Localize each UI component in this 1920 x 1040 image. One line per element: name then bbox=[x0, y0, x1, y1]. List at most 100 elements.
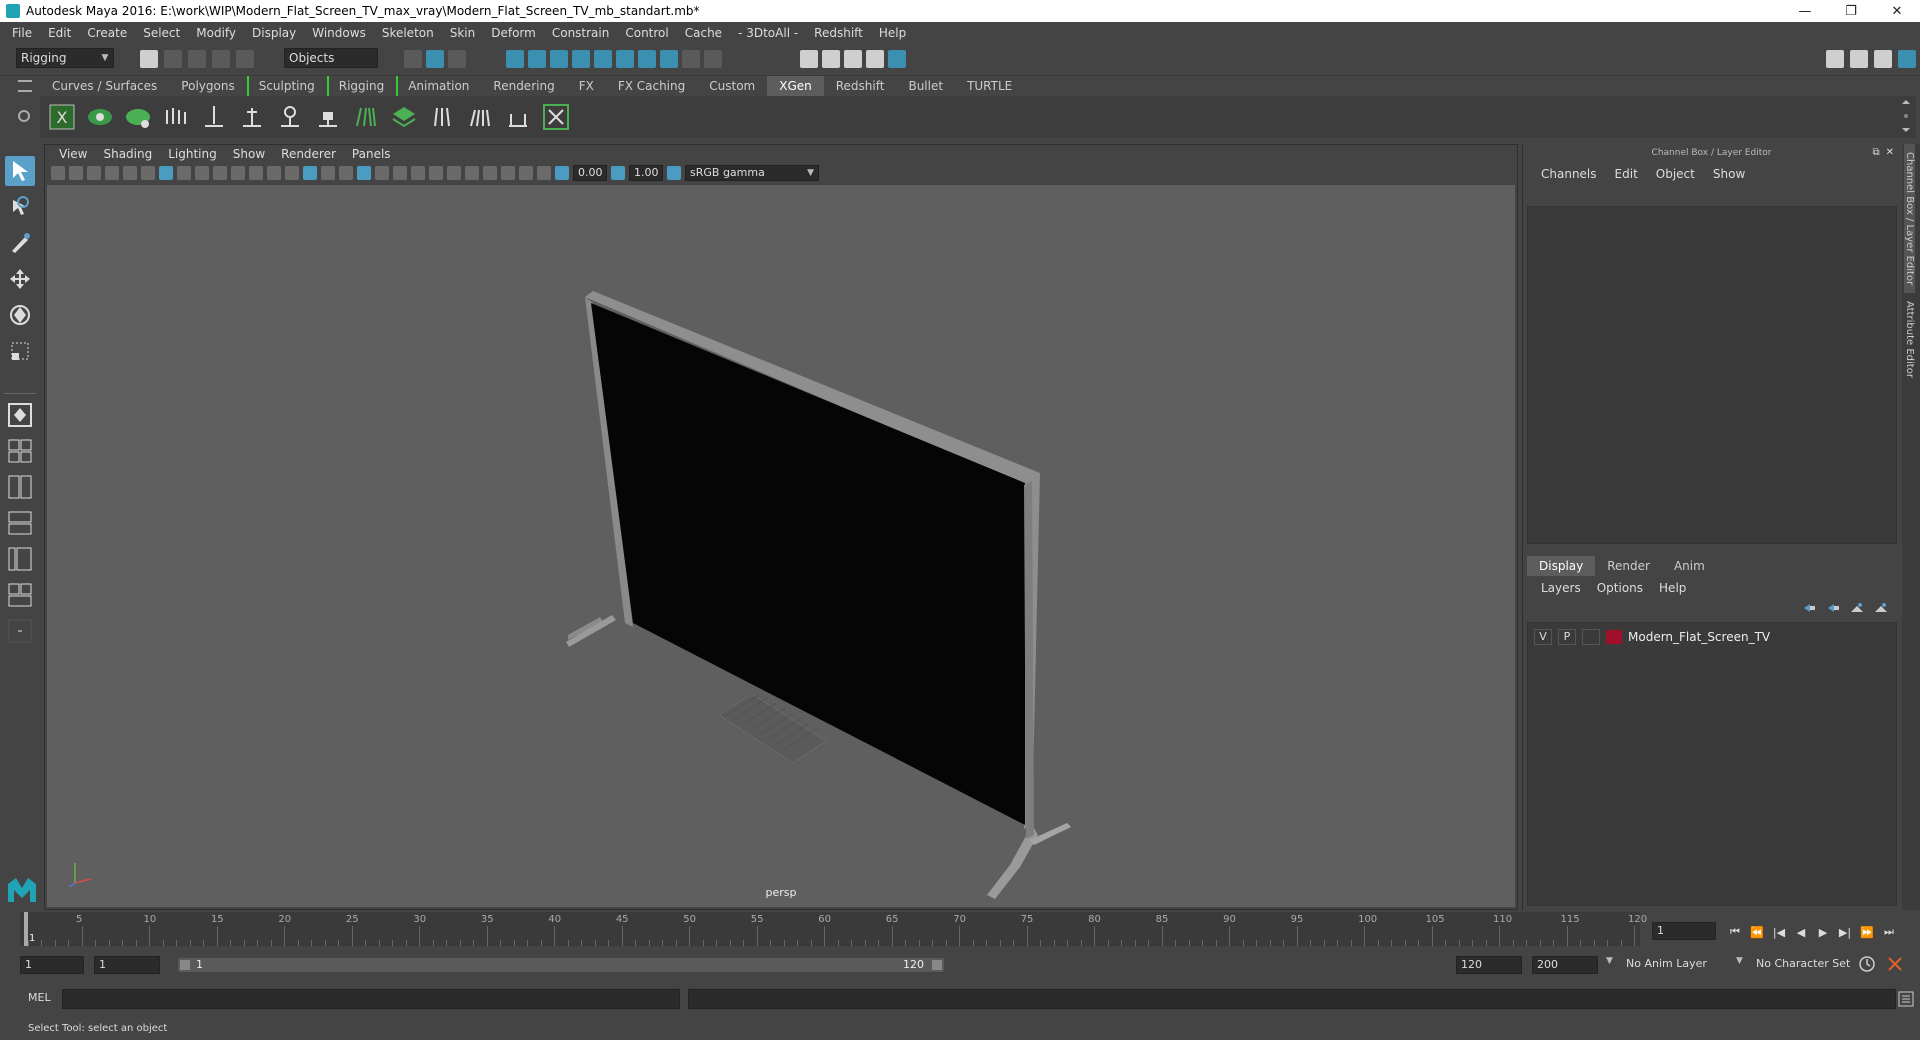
playback-start-field[interactable]: 1 bbox=[94, 956, 160, 974]
resolution-gate-icon[interactable] bbox=[195, 166, 209, 180]
camera-select-icon[interactable] bbox=[51, 166, 65, 180]
range-end-handle[interactable] bbox=[932, 960, 942, 970]
shelf-tab-sculpting[interactable]: Sculpting bbox=[246, 76, 327, 96]
xgen-place-guide-icon[interactable] bbox=[200, 103, 228, 131]
layer-tab-render[interactable]: Render bbox=[1595, 556, 1662, 576]
menu-control[interactable]: Control bbox=[617, 26, 676, 40]
side-tab-attribute-editor[interactable]: Attribute Editor bbox=[1904, 293, 1915, 386]
rotate-tool-button[interactable] bbox=[5, 300, 35, 330]
toggle-panel-icon[interactable] bbox=[1874, 50, 1892, 68]
xgen-sphere-icon[interactable] bbox=[124, 103, 152, 131]
3d-viewport[interactable]: persp bbox=[47, 185, 1515, 907]
layer-color-swatch[interactable] bbox=[1606, 630, 1622, 644]
field-chart-icon[interactable] bbox=[231, 166, 245, 180]
snap-uv-icon[interactable] bbox=[638, 50, 656, 68]
viewport-menu-view[interactable]: View bbox=[51, 147, 95, 161]
step-forward-key-icon[interactable]: ▶| bbox=[1836, 923, 1854, 941]
channel-box-panel[interactable] bbox=[1527, 206, 1897, 544]
image-plane-icon[interactable] bbox=[105, 166, 119, 180]
shelf-scroll[interactable] bbox=[1900, 98, 1912, 134]
close-button[interactable]: ✕ bbox=[1874, 0, 1920, 22]
menu-select[interactable]: Select bbox=[135, 26, 188, 40]
menu-redshift[interactable]: Redshift bbox=[806, 26, 871, 40]
shelf-tab-rendering[interactable]: Rendering bbox=[481, 76, 566, 96]
step-forward-icon[interactable]: ⏩ bbox=[1858, 923, 1876, 941]
layer-tab-display[interactable]: Display bbox=[1527, 556, 1596, 576]
film-gate-icon[interactable] bbox=[177, 166, 191, 180]
gamma-icon[interactable] bbox=[611, 166, 625, 180]
camera-attributes-icon[interactable] bbox=[69, 166, 83, 180]
layer-display-type[interactable] bbox=[1582, 629, 1600, 645]
move-layer-down-icon[interactable] bbox=[1826, 602, 1840, 617]
select-object-icon[interactable] bbox=[426, 50, 444, 68]
multisample-aa-icon[interactable] bbox=[447, 166, 461, 180]
xgen-preview-icon[interactable] bbox=[86, 103, 114, 131]
wireframe-icon[interactable] bbox=[285, 166, 299, 180]
step-back-icon[interactable]: ⏪ bbox=[1748, 923, 1766, 941]
menu-windows[interactable]: Windows bbox=[304, 26, 374, 40]
channel-box-menu-show[interactable]: Show bbox=[1705, 167, 1753, 181]
selection-mode-dropdown[interactable]: Objects bbox=[284, 48, 378, 68]
screen-space-ao-icon[interactable] bbox=[411, 166, 425, 180]
render-view-icon[interactable] bbox=[888, 50, 906, 68]
viewport-menu-panels[interactable]: Panels bbox=[344, 147, 399, 161]
mel-label[interactable]: MEL bbox=[28, 991, 51, 1004]
select-component-icon[interactable] bbox=[448, 50, 466, 68]
grease-pencil-icon[interactable] bbox=[141, 166, 155, 180]
chevron-down-icon[interactable]: ▼ bbox=[1736, 956, 1743, 966]
scale-tool-button[interactable] bbox=[5, 336, 35, 366]
shelf-tab-custom[interactable]: Custom bbox=[697, 76, 767, 96]
menu-skeleton[interactable]: Skeleton bbox=[374, 26, 442, 40]
chevron-down-icon[interactable]: ▼ bbox=[1606, 956, 1613, 966]
layer-menu-help[interactable]: Help bbox=[1651, 578, 1694, 598]
channel-box-menu-object[interactable]: Object bbox=[1648, 167, 1703, 181]
snap-surface-icon[interactable] bbox=[594, 50, 612, 68]
step-back-key-icon[interactable]: |◀ bbox=[1770, 923, 1788, 941]
go-to-end-icon[interactable]: ⏭ bbox=[1880, 923, 1898, 941]
exposure-field[interactable]: 0.00 bbox=[573, 165, 607, 181]
new-layer-from-selection-icon[interactable] bbox=[1874, 602, 1888, 617]
xgen-guides-icon[interactable] bbox=[162, 103, 190, 131]
play-forwards-icon[interactable]: ▶ bbox=[1814, 923, 1832, 941]
textured-icon[interactable] bbox=[357, 166, 371, 180]
time-slider[interactable]: 5 10 15 20 25 30 35 40 45 50 55 60 65 70 75 80 85 90 95 100… bbox=[20, 912, 1647, 946]
wireframe-on-shaded-icon[interactable] bbox=[339, 166, 353, 180]
mel-command-input[interactable] bbox=[62, 989, 680, 1009]
xgen-layer-icon[interactable] bbox=[390, 103, 418, 131]
channel-box-menu-channels[interactable]: Channels bbox=[1533, 167, 1605, 181]
paint-select-tool-button[interactable] bbox=[5, 228, 35, 258]
shelf-menu-icon[interactable] bbox=[18, 80, 32, 92]
outliner-layout-button[interactable] bbox=[5, 508, 35, 538]
new-empty-layer-icon[interactable] bbox=[1850, 602, 1864, 617]
toolbox-collapse-button[interactable] bbox=[5, 616, 35, 646]
three-view-layout-button[interactable] bbox=[5, 544, 35, 574]
viewport-menu-renderer[interactable]: Renderer bbox=[273, 147, 344, 161]
snap-point-icon[interactable] bbox=[550, 50, 568, 68]
move-layer-up-icon[interactable] bbox=[1802, 602, 1816, 617]
two-view-layout-button[interactable] bbox=[5, 472, 35, 502]
gamma-field[interactable]: 1.00 bbox=[629, 165, 663, 181]
xgen-groom-icon[interactable] bbox=[428, 103, 456, 131]
save-scene-icon[interactable] bbox=[188, 50, 206, 68]
animation-start-field[interactable]: 1 bbox=[20, 956, 84, 974]
menu-3dtoall[interactable]: - 3DtoAll - bbox=[730, 26, 806, 40]
side-tab-channel-box[interactable]: Channel Box / Layer Editor bbox=[1904, 144, 1915, 294]
script-editor-icon[interactable] bbox=[1898, 991, 1914, 1010]
snap-view-plane-icon[interactable] bbox=[572, 50, 590, 68]
default-material-icon[interactable] bbox=[321, 166, 335, 180]
safe-title-icon[interactable] bbox=[267, 166, 281, 180]
xgen-lock-guide-icon[interactable] bbox=[314, 103, 342, 131]
menu-display[interactable]: Display bbox=[244, 26, 304, 40]
snap-grid-icon[interactable] bbox=[506, 50, 524, 68]
move-tool-button[interactable] bbox=[5, 264, 35, 294]
menu-cache[interactable]: Cache bbox=[677, 26, 730, 40]
menu-edit[interactable]: Edit bbox=[40, 26, 79, 40]
animation-end-field[interactable]: 200 bbox=[1532, 956, 1598, 974]
xgen-sculpt-icon[interactable] bbox=[352, 103, 380, 131]
minimize-button[interactable]: — bbox=[1782, 0, 1828, 22]
isolate-select-icon[interactable] bbox=[483, 166, 497, 180]
ipr-render-icon[interactable] bbox=[822, 50, 840, 68]
layer-name[interactable]: Modern_Flat_Screen_TV bbox=[1628, 630, 1770, 644]
use-lights-icon[interactable] bbox=[375, 166, 389, 180]
render-frame-icon[interactable] bbox=[800, 50, 818, 68]
